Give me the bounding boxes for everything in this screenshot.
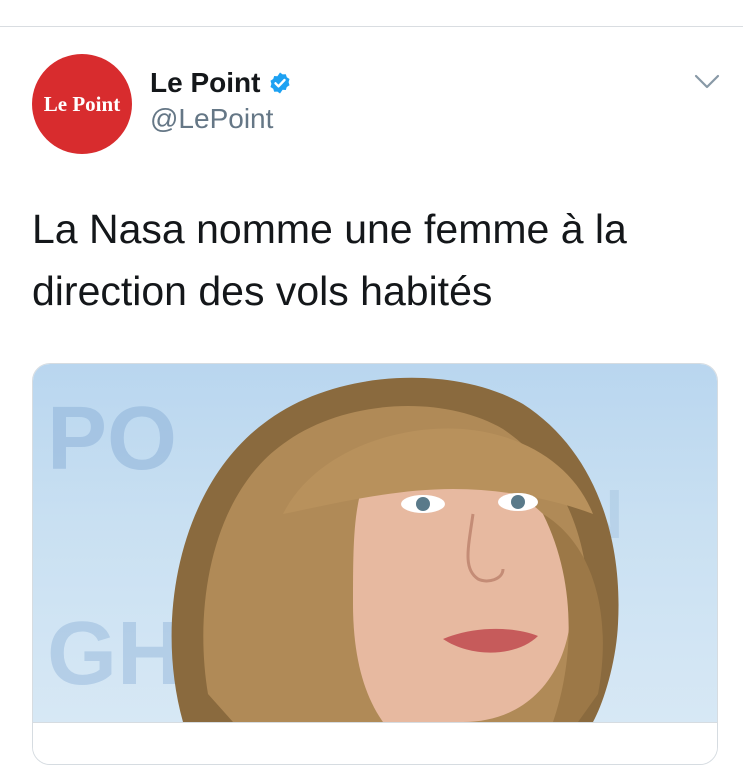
tweet-text-line-1: La Nasa nomme une femme à la: [32, 206, 627, 252]
tweet-text-line-2: direction des vols habités: [32, 268, 493, 314]
card-image[interactable]: PO GH N: [33, 364, 717, 722]
account-handle[interactable]: @LePoint: [150, 103, 273, 135]
link-card[interactable]: PO GH N: [32, 363, 718, 765]
verified-badge-icon: [270, 72, 290, 94]
account-name-row[interactable]: Le Point: [150, 67, 292, 99]
card-caption-area[interactable]: [33, 722, 717, 764]
chevron-down-icon[interactable]: [694, 74, 720, 90]
account-name[interactable]: Le Point: [150, 67, 260, 99]
avatar-logo-text: Le Point: [43, 91, 121, 116]
top-divider: [0, 26, 743, 27]
avatar[interactable]: Le Point: [32, 54, 132, 154]
tweet-text: La Nasa nomme une femme à la direction d…: [32, 198, 692, 322]
portrait-illustration: [171, 377, 619, 722]
